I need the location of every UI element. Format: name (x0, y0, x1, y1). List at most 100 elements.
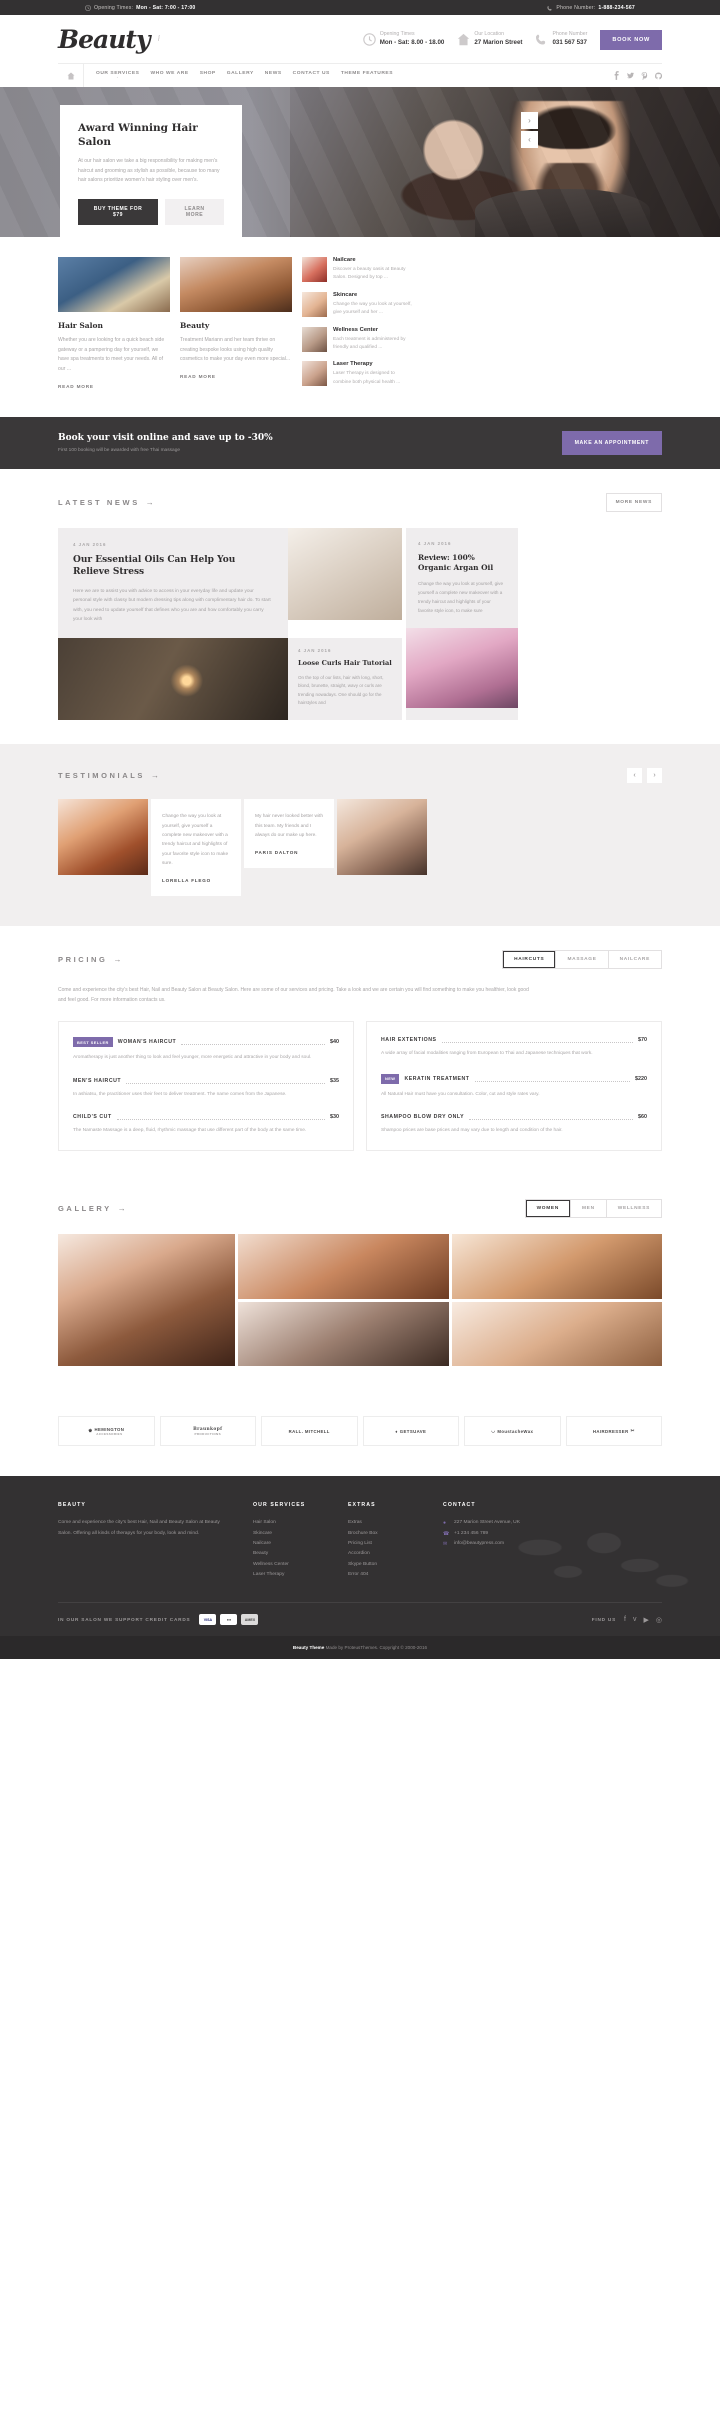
book-now-button[interactable]: BOOK NOW (600, 29, 662, 50)
hero-next-arrow[interactable]: › (521, 112, 538, 129)
news-secondary-title: Loose Curls Hair Tutorial (298, 659, 392, 668)
pricing-name-shampoo-blow-dry: SHAMPOO BLOW DRY ONLY (381, 1114, 465, 1120)
brand-logo-moustachewax[interactable]: ◡ MoustacheWax (464, 1416, 561, 1447)
testimonial-photo-lorella (58, 799, 148, 876)
pricing-tab-massage[interactable]: MASSAGE (556, 951, 609, 969)
gallery-image-3[interactable] (238, 1302, 449, 1367)
service-desc-hair-salon: Whether you are looking for a quick beac… (58, 337, 165, 373)
brand-name-hairdresser: HAIRDRESSER (592, 1428, 629, 1434)
gallery-tab-wellness[interactable]: WELLNESS (607, 1200, 661, 1217)
hero-slider: Award Winning Hair Salon At our hair sal… (0, 87, 720, 237)
footer-extra-error-404[interactable]: Error 404 (348, 1570, 423, 1580)
gallery-tab-women[interactable]: WOMEN (526, 1200, 571, 1218)
topbar-phone-label: Phone Number: (556, 4, 596, 11)
testimonial-quote-lorella: Change the way you look at yourself, giv… (162, 814, 229, 866)
phone-icon (547, 5, 552, 11)
service-readmore-hair-salon[interactable]: READ MORE (58, 384, 170, 389)
service-thumb-skincare (302, 291, 327, 317)
site-footer: BEAUTY Come and experience the city's be… (0, 1476, 720, 1637)
footer-service-skincare[interactable]: Skincare (253, 1529, 328, 1539)
footer-contact-phone-text: +1 234 456 789 (454, 1530, 489, 1536)
footer-service-nailcare[interactable]: Nailcare (253, 1539, 328, 1549)
brand-logo-braunkopf[interactable]: Braunkopf PRODUCTIONS (159, 1416, 256, 1447)
make-appointment-button[interactable]: MAKE AN APPOINTMENT (561, 430, 662, 455)
youtube-icon[interactable]: ▶ (644, 1616, 649, 1624)
topbar-phone-value: 1-888-234-567 (598, 4, 635, 11)
testimonial-next-button[interactable]: › (647, 768, 662, 784)
service-list-title-laser-therapy: Laser Therapy (333, 361, 373, 368)
footer-contact-email[interactable]: ✉ info@beautypress.com (443, 1539, 603, 1550)
more-news-button[interactable]: MORE NEWS (605, 492, 662, 512)
twitter-icon[interactable] (627, 71, 634, 80)
footer-extra-accordion[interactable]: Accordion (348, 1549, 423, 1559)
header-location-label: Our Location (474, 31, 505, 38)
footer-contact-phone: ☎ +1 234 456 789 (443, 1529, 603, 1540)
header-phone-value: 031 567 537 (552, 39, 587, 47)
facebook-icon[interactable] (613, 71, 620, 80)
brand-logo-getsuave[interactable]: ♦ GETSUAVE (362, 1416, 459, 1447)
news-side-post[interactable]: 4 JAN 2016 Review: 100% Organic Argan Oi… (406, 527, 518, 721)
footer-contact-title: CONTACT (443, 1502, 476, 1509)
footer-extra-pricing-list[interactable]: Pricing List (348, 1539, 423, 1549)
site-logo[interactable]: Beauty (58, 27, 165, 52)
news-secondary-post[interactable]: 4 JAN 2016 Loose Curls Hair Tutorial On … (288, 638, 402, 721)
footer-contact-column: CONTACT ● 227 Marion Street Avenue, UK ☎… (443, 1502, 603, 1580)
clock-icon (362, 33, 376, 46)
nav-item-news[interactable]: NEWS (265, 71, 282, 81)
nav-item-theme-features[interactable]: THEME FEATURES (341, 71, 393, 81)
hero-buy-theme-button[interactable]: BUY THEME FOR $79 (78, 198, 159, 225)
news-section-title: LATEST NEWS (58, 498, 154, 507)
nav-item-who-we-are[interactable]: WHO WE ARE (150, 71, 188, 81)
github-icon[interactable] (655, 71, 662, 80)
header-opening-label: Opening Times (379, 31, 415, 38)
pricing-dots (441, 1037, 633, 1044)
nav-item-shop[interactable]: SHOP (200, 71, 216, 81)
gallery-image-4[interactable] (451, 1302, 662, 1367)
service-readmore-beauty[interactable]: READ MORE (180, 374, 292, 379)
footer-extra-brochure-box[interactable]: Brochure Box (348, 1529, 423, 1539)
gallery-tab-men[interactable]: MEN (571, 1200, 607, 1218)
nav-item-gallery[interactable]: GALLERY (227, 71, 254, 81)
pricing-tab-haircuts[interactable]: HAIRCUTS (503, 951, 557, 969)
gallery-image-1[interactable] (238, 1234, 449, 1300)
footer-service-hair-salon[interactable]: Hair Salon (253, 1518, 328, 1528)
service-list-item-skincare[interactable]: Skincare Change the way you look at your… (302, 291, 414, 318)
hero-prev-arrow[interactable]: ‹ (521, 131, 538, 148)
testimonial-prev-button[interactable]: ‹ (627, 768, 642, 784)
news-main-desc: Here we are to assist you with advice to… (73, 588, 271, 622)
pinterest-icon[interactable] (641, 71, 648, 80)
pricing-tab-nailcare[interactable]: NAILCARE (609, 951, 661, 968)
brand-logos-section: ♚ HEMINGTON ACCESSORIES Braunkopf PRODUC… (0, 1390, 720, 1476)
nav-item-contact-us[interactable]: CONTACT US (293, 71, 330, 81)
pricing-tabs: HAIRCUTS MASSAGE NAILCARE (502, 950, 662, 970)
footer-service-beauty[interactable]: Beauty (253, 1549, 328, 1559)
service-list-item-wellness-center[interactable]: Wellness Center Each treatment is admini… (302, 326, 414, 353)
news-side-title: Review: 100% Organic Argan Oil (418, 552, 494, 573)
hero-learn-more-button[interactable]: LEARN MORE (165, 198, 224, 225)
footer-service-laser-therapy[interactable]: Laser Therapy (253, 1570, 328, 1580)
service-list-item-nailcare[interactable]: Nailcare Discover a beauty oasis at Beau… (302, 257, 414, 283)
news-main-post[interactable]: 4 JAN 2016 Our Essential Oils Can Help Y… (58, 527, 402, 721)
footer-extra-skype-button[interactable]: Skype Button (348, 1560, 423, 1570)
gallery-image-2[interactable] (451, 1234, 662, 1300)
pricing-section: PRICING HAIRCUTS MASSAGE NAILCARE Come a… (0, 926, 720, 1175)
footer-extra-extras[interactable]: Extras (348, 1518, 423, 1528)
pricing-name-mens-haircut: MEN'S HAIRCUT (73, 1077, 122, 1084)
service-list-item-laser-therapy[interactable]: Laser Therapy Laser Therapy is designed … (302, 361, 414, 387)
pricing-card-right: HAIR EXTENTIONS $70 A wide array of faci… (366, 1021, 662, 1152)
twitter-icon[interactable]: ᴠ (633, 1616, 637, 1623)
nav-item-our-services[interactable]: OUR SERVICES (96, 71, 139, 81)
service-image-hair-salon (58, 257, 170, 312)
footer-contact-email-text: info@beautypress.com (454, 1541, 505, 1547)
brand-logo-rall-mitchell[interactable]: RALL. MITCHELL (261, 1416, 358, 1447)
brand-logo-hairdresser[interactable]: HAIRDRESSER ✂ (565, 1416, 662, 1447)
footer-extras-title: EXTRAS (348, 1502, 376, 1509)
gallery-image-large[interactable] (58, 1234, 235, 1367)
facebook-icon[interactable]: f (624, 1616, 626, 1623)
footer-service-wellness-center[interactable]: Wellness Center (253, 1560, 328, 1570)
news-secondary-image (58, 638, 288, 721)
nav-home-button[interactable] (58, 64, 84, 87)
brand-logo-hemington[interactable]: ♚ HEMINGTON ACCESSORIES (58, 1416, 155, 1447)
pricing-price-keratin-treatment: $220 (635, 1075, 647, 1082)
instagram-icon[interactable]: ◎ (656, 1616, 662, 1624)
